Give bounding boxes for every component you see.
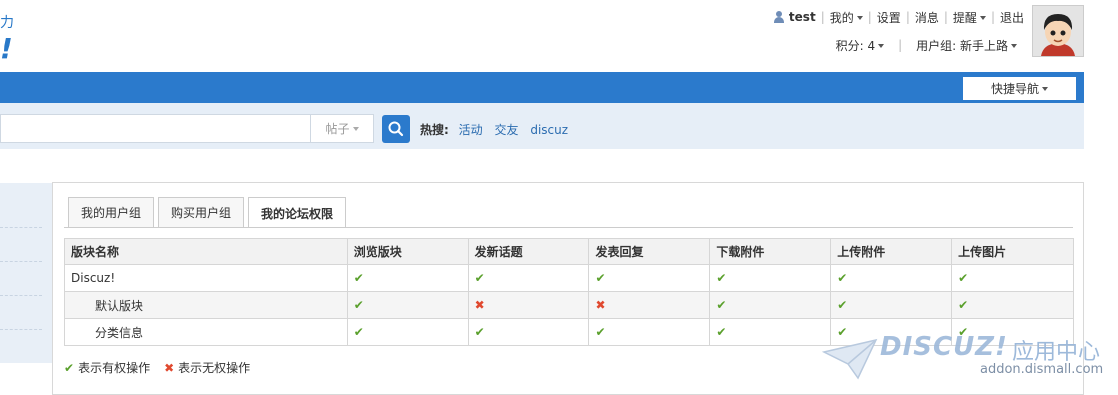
divider: | — [867, 10, 872, 24]
forum-name: Discuz! — [64, 264, 348, 292]
check-icon: ✔ — [830, 291, 953, 319]
usergroup-menu[interactable]: 用户组: 新手上路 — [916, 37, 1017, 54]
user-bar: test | 我的 | 设置 | 消息 | 提醒 | 退出 — [773, 8, 1024, 26]
check-icon: ✔ — [64, 360, 75, 375]
forum-name: 默认版块 — [64, 291, 348, 319]
column-header: 上传图片 — [951, 238, 1074, 265]
check-icon: ✔ — [830, 264, 953, 292]
divider: | — [943, 10, 948, 24]
stat-bar: 积分: 4 | 用户组: 新手上路 — [836, 36, 1017, 54]
search-type-label: 帖子 — [325, 122, 350, 136]
column-header: 上传附件 — [830, 238, 953, 265]
chevron-down-icon — [1011, 44, 1017, 48]
quick-nav-label: 快捷导航 — [990, 82, 1039, 96]
username-link[interactable]: test — [789, 10, 816, 24]
watermark-brand: DISCUZ! — [880, 332, 1008, 362]
logo-text-fragment: 力 — [0, 15, 14, 31]
forum-name: 分类信息 — [64, 318, 348, 346]
avatar[interactable] — [1032, 5, 1084, 57]
hot-link-discuz[interactable]: discuz — [530, 123, 568, 137]
chevron-down-icon — [878, 44, 885, 48]
tab-my-usergroup[interactable]: 我的用户组 — [68, 197, 155, 227]
tab-buy-usergroup[interactable]: 购买用户组 — [158, 197, 245, 227]
check-icon: ✔ — [467, 264, 590, 292]
paper-plane-icon — [822, 338, 878, 380]
chevron-down-icon — [352, 126, 359, 131]
tab-divider — [64, 227, 1073, 228]
hot-search: 热搜: 活动 交友 discuz — [420, 121, 576, 138]
my-menu-label: 我的 — [829, 10, 854, 25]
logo-exclamation: ! — [0, 32, 13, 65]
column-header: 浏览版块 — [346, 238, 469, 265]
search-button[interactable] — [382, 115, 410, 143]
check-icon: ✔ — [951, 264, 1074, 292]
check-icon: ✔ — [346, 318, 469, 346]
quick-nav-button[interactable]: 快捷导航 — [963, 77, 1076, 100]
check-icon: ✔ — [709, 291, 832, 319]
column-header: 发表回复 — [588, 238, 711, 265]
chevron-down-icon — [979, 16, 986, 20]
chevron-down-icon — [856, 16, 863, 20]
sidebar — [0, 183, 52, 363]
column-header: 下载附件 — [709, 238, 832, 265]
legend: ✔ 表示有权操作 ✖ 表示无权操作 — [64, 359, 264, 376]
hot-link-friends[interactable]: 交友 — [494, 123, 518, 137]
divider: | — [990, 10, 995, 24]
check-icon: ✔ — [588, 318, 711, 346]
check-icon: ✔ — [951, 291, 1074, 319]
usergroup-label: 用户组: 新手上路 — [916, 38, 1008, 53]
notifications-label: 提醒 — [952, 10, 977, 25]
credits-menu[interactable]: 积分: 4 — [836, 37, 885, 54]
main-nav-bar: 快捷导航 — [0, 72, 1084, 103]
cross-icon: ✖ — [164, 360, 175, 375]
logout-link[interactable]: 退出 — [1000, 9, 1024, 26]
table-header-row: 版块名称 浏览版块 发新话题 发表回复 下载附件 上传附件 上传图片 — [64, 238, 1074, 265]
chevron-down-icon — [1042, 86, 1048, 91]
hot-link-activity[interactable]: 活动 — [459, 123, 483, 137]
check-icon: ✔ — [346, 291, 469, 319]
check-icon: ✔ — [588, 264, 711, 292]
legend-allowed-text: 表示有权操作 — [78, 361, 151, 375]
check-icon: ✔ — [467, 318, 590, 346]
search-icon — [388, 121, 404, 137]
sidebar-divider — [0, 329, 42, 330]
search-type-select[interactable]: 帖子 — [310, 114, 374, 143]
avatar-image — [1033, 6, 1083, 56]
tab-forum-permissions[interactable]: 我的论坛权限 — [248, 197, 347, 228]
cross-icon: ✖ — [467, 291, 590, 319]
watermark: DISCUZ! 应用中心 addon.dismall.com — [822, 330, 1112, 390]
search-input[interactable] — [0, 114, 310, 143]
sidebar-divider — [0, 295, 42, 296]
user-icon — [773, 11, 785, 23]
tab-bar: 我的用户组 购买用户组 我的论坛权限 — [68, 197, 350, 228]
watermark-url: addon.dismall.com — [980, 362, 1104, 377]
messages-link[interactable]: 消息 — [915, 9, 939, 26]
table-row: 默认版块 ✔ ✖ ✖ ✔ ✔ ✔ — [64, 291, 1074, 319]
legend-denied-text: 表示无权操作 — [178, 361, 251, 375]
column-header: 版块名称 — [64, 238, 348, 265]
notifications-menu[interactable]: 提醒 — [953, 9, 986, 26]
column-header: 发新话题 — [467, 238, 590, 265]
divider: | — [820, 10, 825, 24]
check-icon: ✔ — [709, 264, 832, 292]
sidebar-divider — [0, 227, 42, 228]
check-icon: ✔ — [709, 318, 832, 346]
search-bar: 帖子 热搜: 活动 交友 discuz — [0, 103, 1084, 149]
credits-label: 积分: 4 — [835, 38, 876, 53]
check-icon: ✔ — [346, 264, 469, 292]
table-row: Discuz! ✔ ✔ ✔ ✔ ✔ ✔ — [64, 264, 1074, 292]
hot-search-label: 热搜: — [420, 123, 449, 137]
sidebar-divider — [0, 261, 42, 262]
my-menu[interactable]: 我的 — [830, 9, 863, 26]
cross-icon: ✖ — [588, 291, 711, 319]
divider: | — [905, 10, 910, 24]
settings-link[interactable]: 设置 — [877, 9, 901, 26]
divider: | — [898, 38, 903, 52]
